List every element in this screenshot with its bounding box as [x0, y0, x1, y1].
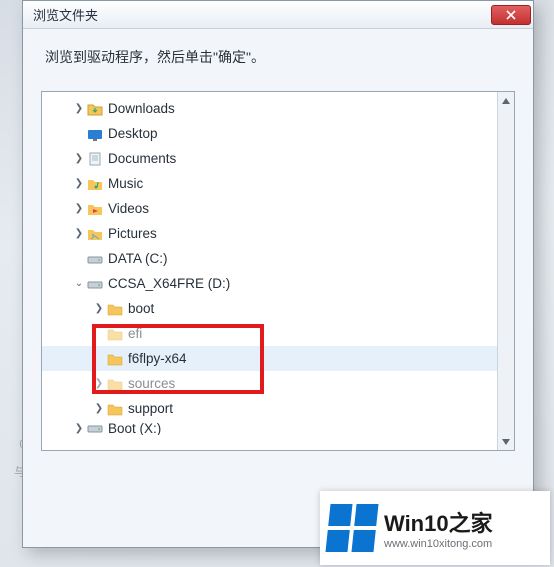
tree-item[interactable]: ❯ Pictures: [42, 221, 497, 246]
tree-item-label: DATA (C:): [108, 251, 168, 266]
vertical-scrollbar[interactable]: [497, 92, 514, 450]
tree-item[interactable]: ❯ Music: [42, 171, 497, 196]
desktop-icon: [86, 126, 104, 142]
tree-item[interactable]: Desktop: [42, 121, 497, 146]
drive-icon: [86, 251, 104, 267]
tree-item-label: support: [128, 401, 173, 416]
folder-tree: ❯ Downloads Desktop ❯ Documents ❯ Music ❯ Videos…: [41, 91, 515, 451]
folder-dl-icon: [86, 101, 104, 117]
tree-item-label: f6flpy-x64: [128, 351, 187, 366]
instruction-text: 浏览到驱动程序，然后单击"确定"。: [23, 29, 533, 81]
folder-icon: [106, 301, 124, 317]
documents-icon: [86, 151, 104, 167]
videos-icon: [86, 201, 104, 217]
tree-item[interactable]: ❯ sources: [42, 371, 497, 396]
expand-arrow[interactable]: ❯: [72, 228, 86, 239]
tree-item-label: CCSA_X64FRE (D:): [108, 276, 230, 291]
expand-arrow[interactable]: ❯: [92, 378, 106, 389]
folder-icon: [106, 401, 124, 417]
drive-icon: [86, 276, 104, 292]
tree-item[interactable]: ❯ boot: [42, 296, 497, 321]
tree-item-label: Documents: [108, 151, 176, 166]
music-icon: [86, 176, 104, 192]
windows-logo-icon: [325, 504, 378, 552]
tree-item[interactable]: DATA (C:): [42, 246, 497, 271]
folder-icon: [106, 351, 124, 367]
folder-icon: [106, 326, 124, 342]
tree-item-label: Music: [108, 176, 143, 191]
browse-folder-dialog: 浏览文件夹 浏览到驱动程序，然后单击"确定"。 ❯ Downloads Deskto…: [22, 0, 534, 548]
expand-arrow[interactable]: ⌄: [72, 278, 86, 289]
expand-arrow[interactable]: ❯: [72, 103, 86, 114]
watermark: Win10之家 www.win10xitong.com: [320, 491, 550, 565]
tree-item[interactable]: ⌄ CCSA_X64FRE (D:): [42, 271, 497, 296]
chevron-up-icon: [502, 98, 510, 104]
tree-item-label: sources: [128, 376, 175, 391]
pictures-icon: [86, 226, 104, 242]
scroll-down-button[interactable]: [499, 433, 514, 450]
tree-item[interactable]: ❯ Downloads: [42, 96, 497, 121]
dialog-title: 浏览文件夹: [33, 5, 98, 24]
close-icon: [506, 10, 516, 20]
close-button[interactable]: [491, 5, 531, 25]
titlebar: 浏览文件夹: [23, 1, 533, 29]
tree-item[interactable]: ❯ Videos: [42, 196, 497, 221]
tree-item-label: efi: [128, 326, 142, 341]
expand-arrow[interactable]: ❯: [72, 153, 86, 164]
tree-item-label: Downloads: [108, 101, 175, 116]
drive-icon: [86, 421, 104, 435]
expand-arrow[interactable]: ❯: [72, 423, 86, 434]
tree-item-label: Videos: [108, 201, 149, 216]
chevron-down-icon: [502, 439, 510, 445]
watermark-title: Win10之家: [384, 506, 493, 538]
expand-arrow[interactable]: ❯: [72, 203, 86, 214]
tree-item[interactable]: ❯ support: [42, 396, 497, 421]
tree-item-label: Pictures: [108, 226, 157, 241]
tree-item[interactable]: ❯ Documents: [42, 146, 497, 171]
tree-item[interactable]: ❯ Boot (X:): [42, 421, 497, 435]
watermark-url: www.win10xitong.com: [384, 538, 493, 550]
expand-arrow[interactable]: ❯: [72, 178, 86, 189]
tree-item[interactable]: f6flpy-x64: [42, 346, 497, 371]
expand-arrow[interactable]: ❯: [92, 403, 106, 414]
expand-arrow[interactable]: ❯: [92, 303, 106, 314]
folder-icon: [106, 376, 124, 392]
tree-item-label: boot: [128, 301, 154, 316]
tree-item-label: Boot (X:): [108, 421, 161, 435]
tree-item-label: Desktop: [108, 126, 158, 141]
tree-item[interactable]: efi: [42, 321, 497, 346]
scroll-up-button[interactable]: [499, 92, 514, 109]
